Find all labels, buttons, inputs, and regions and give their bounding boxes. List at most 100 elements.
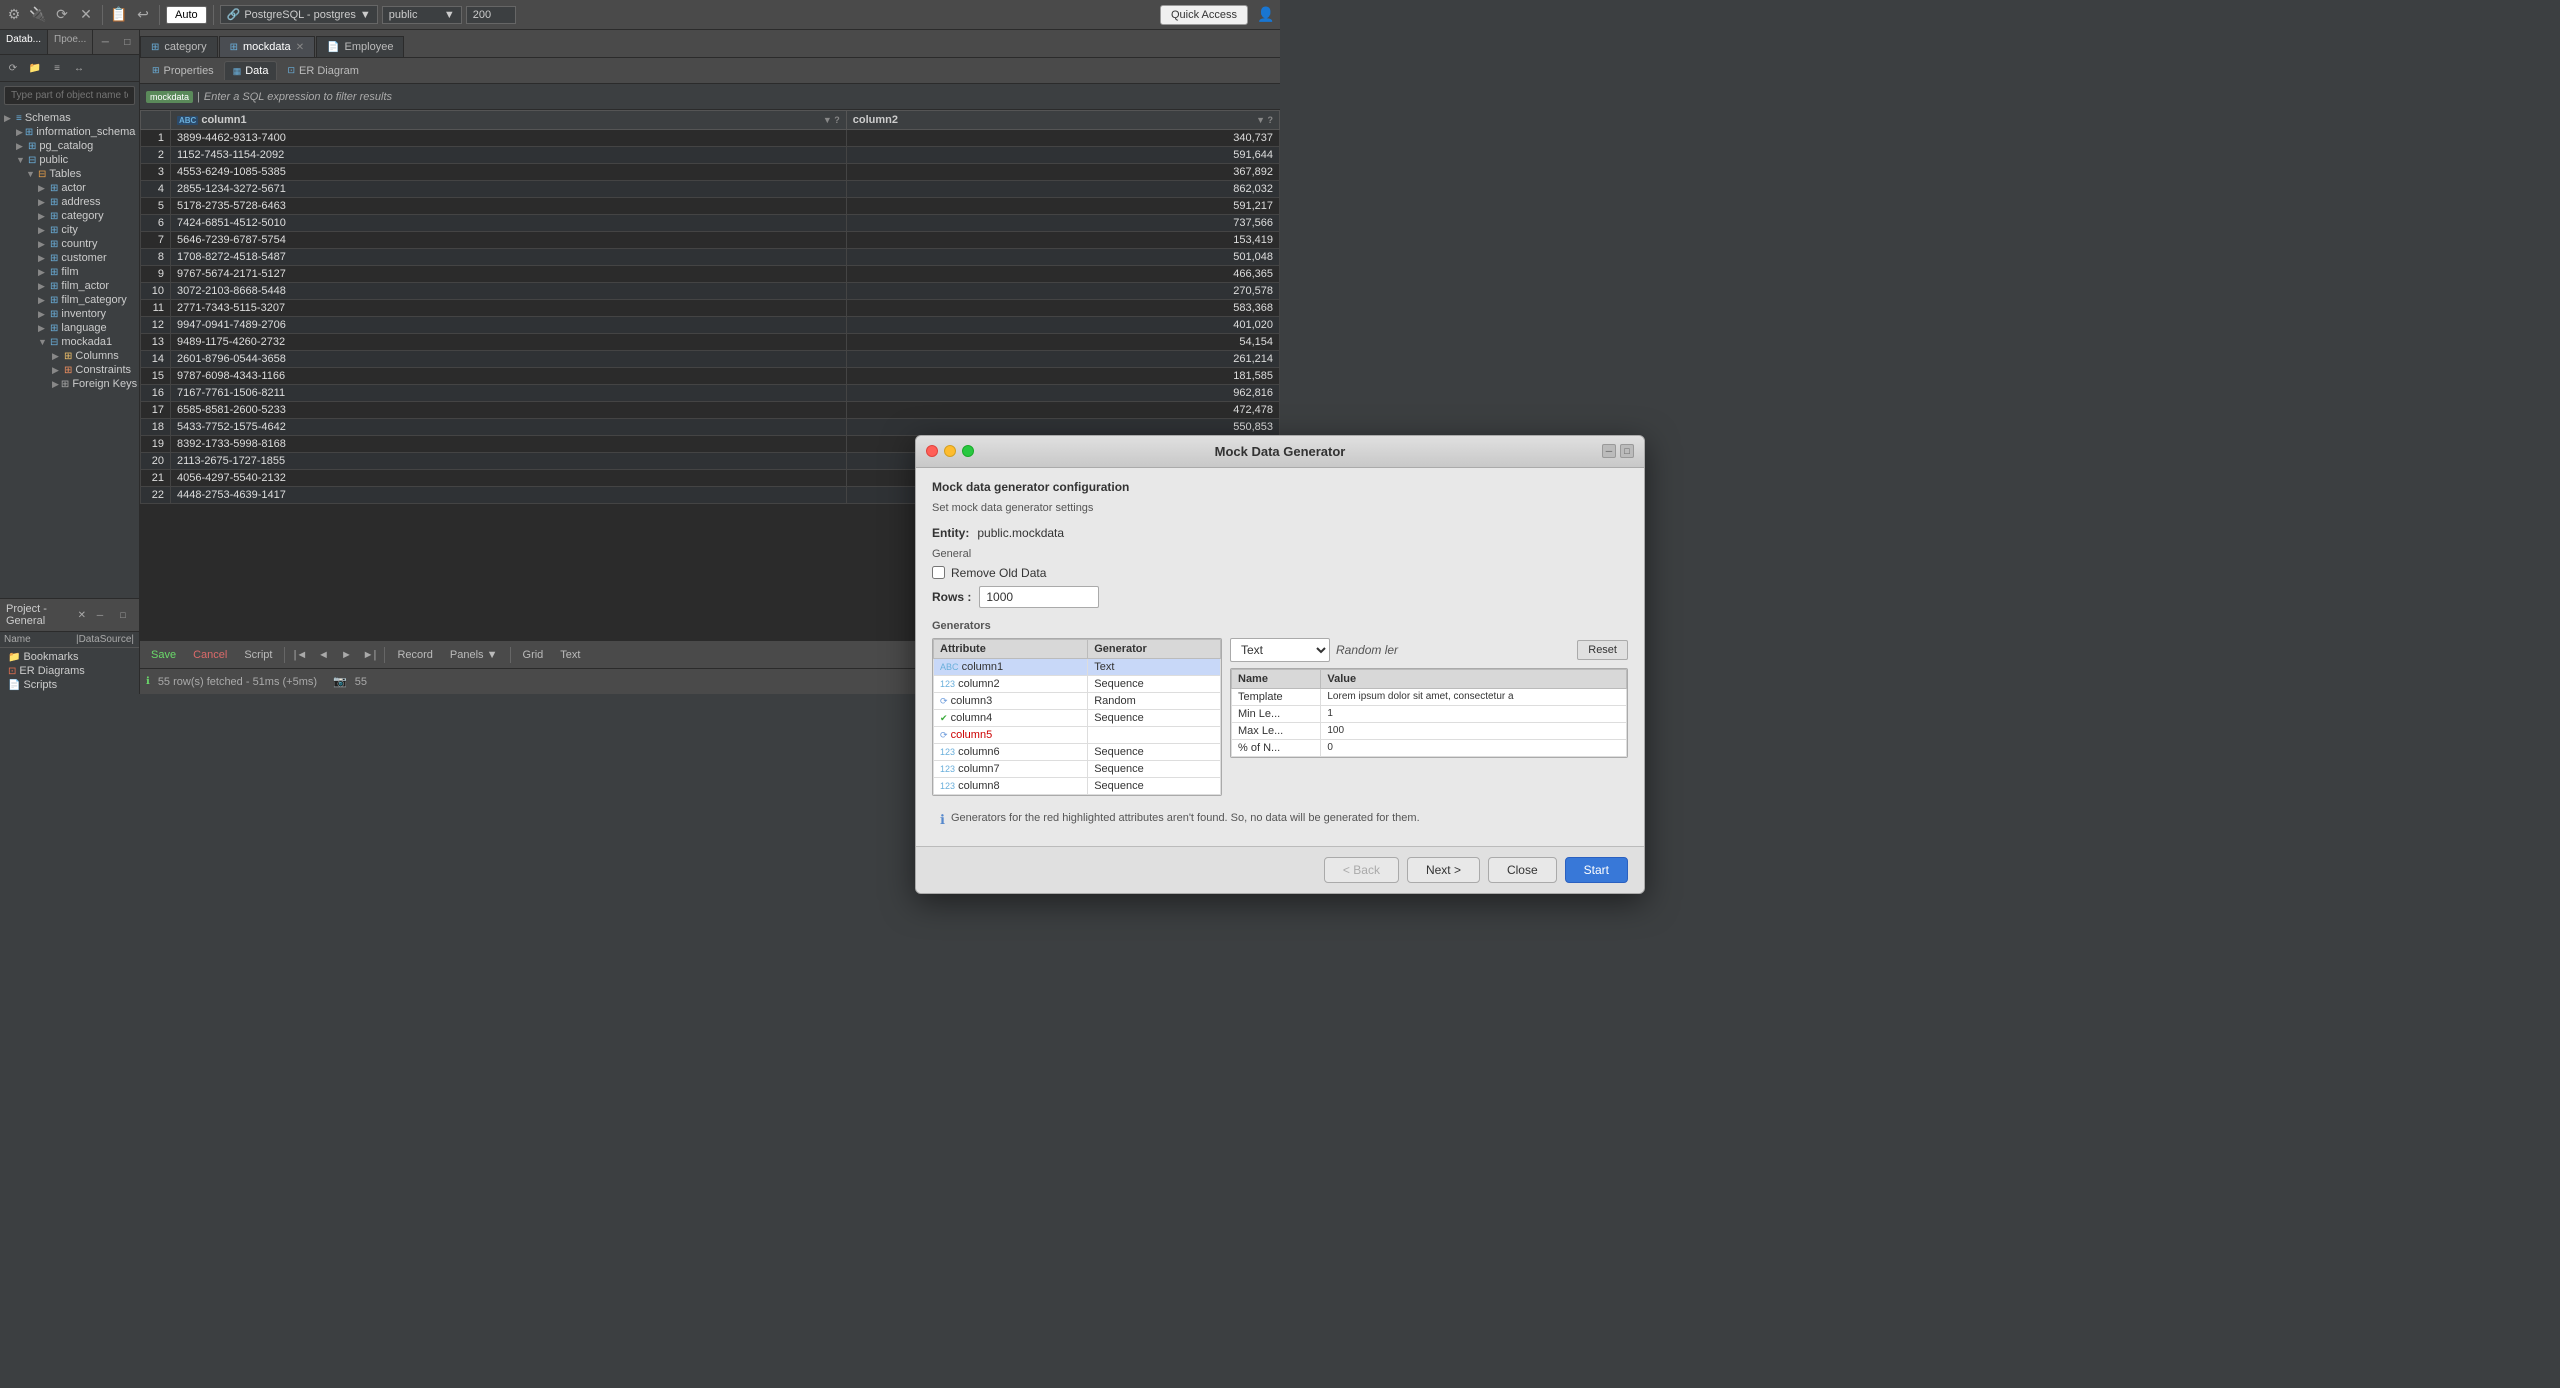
table-row[interactable]: 2 1152-7453-1154-2092 591,644 xyxy=(141,147,1280,164)
tree-item-public[interactable]: ▼ ⊟ public xyxy=(0,153,139,167)
table-row[interactable]: 17 6585-8581-2600-5233 472,478 xyxy=(141,402,1280,419)
table-row[interactable]: 11 2771-7343-5115-3207 583,368 xyxy=(141,300,1280,317)
sidebar-sync-icon[interactable]: ↔ xyxy=(69,58,89,78)
table-row[interactable]: 3 4553-6249-1085-5385 367,892 xyxy=(141,164,1280,181)
tree-item-foreign-keys[interactable]: ▶ ⊞ Foreign Keys xyxy=(0,377,139,391)
project-item-er-diagrams[interactable]: ⊡ ER Diagrams xyxy=(0,664,139,678)
tree-item-columns[interactable]: ▶ ⊞ Columns xyxy=(0,349,139,363)
toggle-address[interactable]: ▶ xyxy=(38,197,48,208)
toggle-public[interactable]: ▼ xyxy=(16,155,26,165)
table-row[interactable]: 18 5433-7752-1575-4642 550,853 xyxy=(141,419,1280,436)
sub-tab-er[interactable]: ⊡ ER Diagram xyxy=(279,62,366,80)
gen-row[interactable]: 123 column8 Sequence xyxy=(934,777,1221,794)
tree-item-film-category[interactable]: ▶ ⊞ film_category xyxy=(0,293,139,307)
tab-close-mockdata[interactable]: ✕ xyxy=(296,42,304,53)
toggle-country[interactable]: ▶ xyxy=(38,239,48,250)
sidebar-maximize-icon[interactable]: □ xyxy=(117,32,137,52)
toggle-mockada1[interactable]: ▼ xyxy=(38,337,48,347)
connection-selector[interactable]: 🔗 PostgreSQL - postgres ▼ xyxy=(220,5,378,24)
table-row[interactable]: 6 7424-6851-4512-5010 737,566 xyxy=(141,215,1280,232)
gen-reset-btn[interactable]: Reset xyxy=(1577,640,1628,660)
tree-item-film[interactable]: ▶ ⊞ film xyxy=(0,265,139,279)
gen-row[interactable]: ⟳ column3 Random xyxy=(934,692,1221,709)
auto-commit-btn[interactable]: Auto xyxy=(166,6,207,24)
editor-tab-category[interactable]: ⊞ category xyxy=(140,36,218,57)
tl-close-btn[interactable] xyxy=(926,445,938,457)
toolbar-icon-6[interactable]: ↩ xyxy=(133,5,153,25)
gen-type-select[interactable]: Text Sequence Random xyxy=(1230,638,1330,662)
modal-win-min-btn[interactable]: ─ xyxy=(1602,444,1616,458)
tree-item-schemas[interactable]: ▶ ≡ Schemas xyxy=(0,111,139,125)
col1-filter-icon[interactable]: ▼ ? xyxy=(823,115,840,125)
gen-row[interactable]: 123 column7 Sequence xyxy=(934,760,1221,777)
text-button[interactable]: Text xyxy=(553,647,587,663)
toggle-city[interactable]: ▶ xyxy=(38,225,48,236)
toggle-customer[interactable]: ▶ xyxy=(38,253,48,264)
project-max-icon[interactable]: □ xyxy=(113,605,133,625)
project-min-icon[interactable]: ─ xyxy=(90,605,110,625)
nav-next-icon[interactable]: ► xyxy=(336,645,356,665)
toggle-film[interactable]: ▶ xyxy=(38,267,48,278)
toggle-information-schema[interactable]: ▶ xyxy=(16,127,23,138)
toolbar-icon-4[interactable]: ✕ xyxy=(76,5,96,25)
gen-row[interactable]: 123 column6 Sequence xyxy=(934,743,1221,760)
tree-item-mockada1[interactable]: ▼ ⊟ mockada1 xyxy=(0,335,139,349)
limit-selector[interactable]: 200 xyxy=(466,6,516,24)
sidebar-refresh-icon[interactable]: ⟳ xyxy=(3,58,23,78)
table-row[interactable]: 10 3072-2103-8668-5448 270,578 xyxy=(141,283,1280,300)
save-button[interactable]: Save xyxy=(144,647,183,663)
table-row[interactable]: 1 3899-4462-9313-7400 340,737 xyxy=(141,130,1280,147)
table-row[interactable]: 13 9489-1175-4260-2732 54,154 xyxy=(141,334,1280,351)
tree-item-address[interactable]: ▶ ⊞ address xyxy=(0,195,139,209)
toggle-film-actor[interactable]: ▶ xyxy=(38,281,48,292)
tree-item-customer[interactable]: ▶ ⊞ customer xyxy=(0,251,139,265)
table-row[interactable]: 16 7167-7761-1506-8211 962,816 xyxy=(141,385,1280,402)
panels-button[interactable]: Panels ▼ xyxy=(443,647,505,663)
cancel-button[interactable]: Cancel xyxy=(186,647,234,663)
rows-input[interactable] xyxy=(979,586,1099,608)
tree-item-pg-catalog[interactable]: ▶ ⊞ pg_catalog xyxy=(0,139,139,153)
sidebar-tab-databases[interactable]: Datab... xyxy=(0,30,48,54)
toggle-tables[interactable]: ▼ xyxy=(26,169,36,179)
tree-item-country[interactable]: ▶ ⊞ country xyxy=(0,237,139,251)
project-item-scripts[interactable]: 📄 Scripts xyxy=(0,678,139,692)
modal-start-btn[interactable]: Start xyxy=(1565,857,1628,883)
grid-button[interactable]: Grid xyxy=(516,647,551,663)
tree-item-information-schema[interactable]: ▶ ⊞ information_schema xyxy=(0,125,139,139)
toggle-language[interactable]: ▶ xyxy=(38,323,48,334)
sidebar-tab-projects[interactable]: Прое... xyxy=(48,30,93,54)
tree-item-language[interactable]: ▶ ⊞ language xyxy=(0,321,139,335)
tl-fullscreen-btn[interactable] xyxy=(962,445,974,457)
nav-prev-icon[interactable]: ◄ xyxy=(313,645,333,665)
tree-item-constraints[interactable]: ▶ ⊞ Constraints xyxy=(0,363,139,377)
quick-access-btn[interactable]: Quick Access xyxy=(1160,5,1248,25)
toolbar-icon-1[interactable]: ⚙ xyxy=(4,5,24,25)
table-row[interactable]: 5 5178-2735-5728-6463 591,217 xyxy=(141,198,1280,215)
toggle-constraints[interactable]: ▶ xyxy=(52,365,62,376)
gen-row[interactable]: 123 column2 Sequence xyxy=(934,675,1221,692)
toolbar-icon-2[interactable]: 🔌 xyxy=(28,5,48,25)
modal-win-max-btn[interactable]: □ xyxy=(1620,444,1634,458)
col-header-column2[interactable]: column2 ▼ ? xyxy=(846,111,1279,130)
sidebar-collapse-icon[interactable]: ≡ xyxy=(47,58,67,78)
table-row[interactable]: 4 2855-1234-3272-5671 862,032 xyxy=(141,181,1280,198)
editor-tab-mockdata[interactable]: ⊞ mockdata ✕ xyxy=(219,36,315,57)
nav-first-icon[interactable]: |◄ xyxy=(290,645,310,665)
user-icon[interactable]: 👤 xyxy=(1256,5,1276,25)
toolbar-icon-5[interactable]: 📋 xyxy=(109,5,129,25)
toggle-actor[interactable]: ▶ xyxy=(38,183,48,194)
script-button[interactable]: Script xyxy=(237,647,279,663)
modal-back-btn[interactable]: < Back xyxy=(1324,857,1399,883)
toggle-pg-catalog[interactable]: ▶ xyxy=(16,141,26,152)
col2-filter-icon[interactable]: ▼ ? xyxy=(1256,115,1273,125)
sub-tab-data[interactable]: ▦ Data xyxy=(224,61,278,80)
table-row[interactable]: 14 2601-8796-0544-3658 261,214 xyxy=(141,351,1280,368)
toolbar-icon-3[interactable]: ⟳ xyxy=(52,5,72,25)
table-row[interactable]: 15 9787-6098-4343-1166 181,585 xyxy=(141,368,1280,385)
project-item-bookmarks[interactable]: 📁 Bookmarks xyxy=(0,650,139,664)
tree-item-city[interactable]: ▶ ⊞ city xyxy=(0,223,139,237)
tree-item-category[interactable]: ▶ ⊞ category xyxy=(0,209,139,223)
gen-row[interactable]: ⟳ column5 xyxy=(934,726,1221,743)
project-close-icon[interactable]: ✕ xyxy=(78,610,86,621)
sidebar-folder-icon[interactable]: 📁 xyxy=(25,58,45,78)
